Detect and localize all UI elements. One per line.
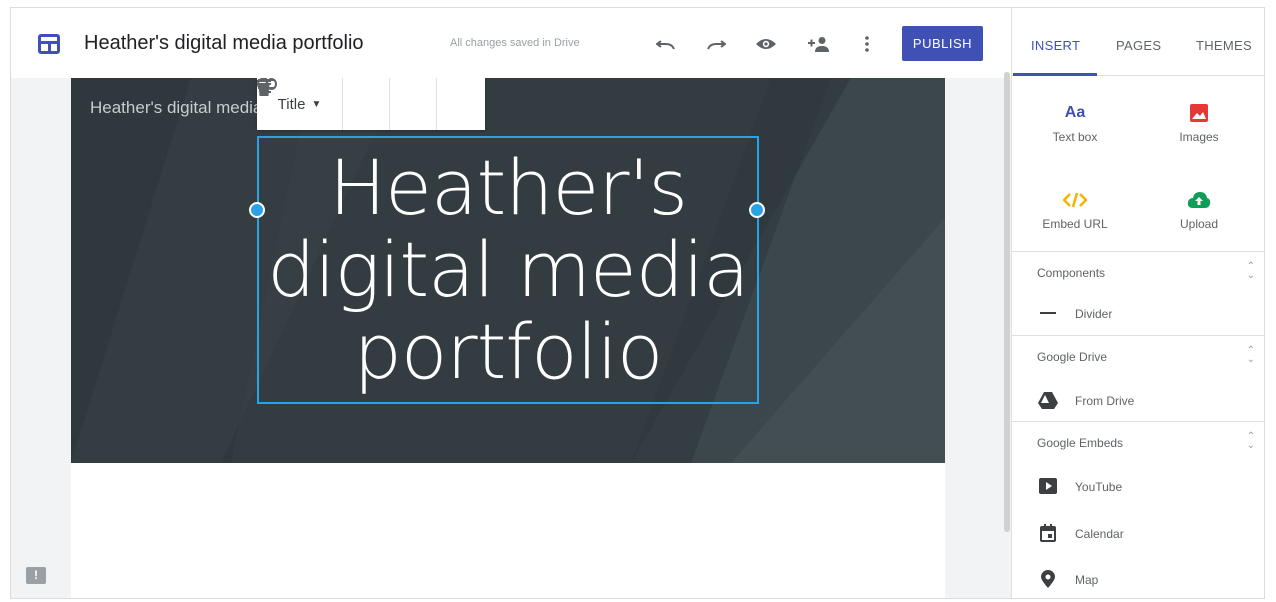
insert-text-box[interactable]: Aa Text box <box>1020 100 1130 144</box>
calendar-icon <box>1038 523 1058 543</box>
item-label: YouTube <box>1075 480 1123 494</box>
save-status: All changes saved in Drive <box>450 37 580 49</box>
insert-label: Images <box>1179 130 1219 144</box>
section-title: Google Embeds <box>1037 436 1124 450</box>
insert-label: Upload <box>1179 217 1219 231</box>
site-name[interactable]: Heather's digital media portfolio <box>90 98 260 118</box>
image-icon <box>1144 100 1254 126</box>
collapse-chevron-icon[interactable]: ⌃ ⌄ <box>1247 346 1255 365</box>
more-options-icon[interactable] <box>853 30 881 58</box>
tab-themes[interactable]: THEMES <box>1196 38 1252 53</box>
insert-sidebar: INSERT PAGES THEMES Aa Text box Images E… <box>1011 8 1264 598</box>
item-label: Divider <box>1075 307 1113 321</box>
share-icon[interactable] <box>804 30 832 58</box>
section-title: Components <box>1037 266 1106 280</box>
feedback-icon[interactable]: ! <box>26 567 46 584</box>
resize-handle-left[interactable] <box>249 202 265 218</box>
youtube-icon <box>1038 476 1058 496</box>
link-icon[interactable] <box>257 78 437 130</box>
map-icon <box>1038 569 1058 589</box>
redo-icon[interactable] <box>702 30 730 58</box>
text-box-icon: Aa <box>1020 100 1130 126</box>
embed-calendar[interactable]: Calendar <box>1012 514 1264 552</box>
top-bar: Heather's digital media portfolio All ch… <box>11 8 1011 78</box>
section-google-drive[interactable]: Google Drive ⌃ ⌄ <box>1012 335 1264 375</box>
component-divider[interactable]: Divider <box>1012 294 1264 332</box>
active-tab-indicator <box>1013 73 1097 76</box>
embed-map[interactable]: Map <box>1012 560 1264 598</box>
header-banner[interactable]: Heather's digital media portfolio Title … <box>71 78 945 463</box>
collapse-chevron-icon[interactable]: ⌃ ⌄ <box>1247 432 1255 451</box>
section-title: Google Drive <box>1037 350 1108 364</box>
embed-icon <box>1020 187 1130 213</box>
section-google-embeds[interactable]: Google Embeds ⌃ ⌄ <box>1012 421 1264 461</box>
text-format-toolbar: Title ▼ <box>257 78 485 130</box>
drive-from-drive[interactable]: From Drive <box>1012 381 1264 419</box>
insert-label: Text box <box>1052 130 1098 144</box>
insert-embed-url[interactable]: Embed URL <box>1020 187 1130 231</box>
delete-icon[interactable] <box>257 78 484 130</box>
divider-icon <box>1038 303 1058 323</box>
section-components[interactable]: Components ⌃ ⌄ <box>1012 251 1264 291</box>
sidebar-tabs: INSERT PAGES THEMES <box>1012 8 1264 76</box>
text-box-icon-glyph: Aa <box>1064 104 1086 121</box>
title-text-box[interactable]: Heather's digital media portfolio <box>257 136 759 404</box>
publish-button[interactable]: PUBLISH <box>902 26 983 61</box>
insert-upload[interactable]: Upload <box>1144 187 1254 231</box>
drive-icon <box>1038 390 1058 410</box>
app-window: Heather's digital media portfolio All ch… <box>10 7 1265 599</box>
sites-logo-icon[interactable] <box>38 34 60 54</box>
document-title[interactable]: Heather's digital media portfolio <box>84 32 364 55</box>
page-title[interactable]: Heather's digital media portfolio <box>259 147 757 393</box>
item-label: Calendar <box>1075 527 1124 541</box>
preview-icon[interactable] <box>752 30 780 58</box>
page-canvas: Heather's digital media portfolio Title … <box>71 78 945 598</box>
insert-images[interactable]: Images <box>1144 100 1254 144</box>
undo-icon[interactable] <box>652 30 680 58</box>
upload-icon <box>1144 187 1254 213</box>
collapse-chevron-icon[interactable]: ⌃ ⌄ <box>1247 262 1255 281</box>
tab-insert[interactable]: INSERT <box>1031 38 1080 53</box>
resize-handle-right[interactable] <box>749 202 765 218</box>
tab-pages[interactable]: PAGES <box>1116 38 1161 53</box>
item-label: Map <box>1075 573 1099 587</box>
item-label: From Drive <box>1075 394 1135 408</box>
embed-youtube[interactable]: YouTube <box>1012 467 1264 505</box>
insert-label: Embed URL <box>1042 217 1108 231</box>
canvas-scrollbar[interactable] <box>1004 72 1010 532</box>
align-center-icon[interactable] <box>258 78 390 130</box>
dropdown-arrow-icon: ▼ <box>311 98 322 110</box>
text-style-label: Title <box>277 95 306 113</box>
